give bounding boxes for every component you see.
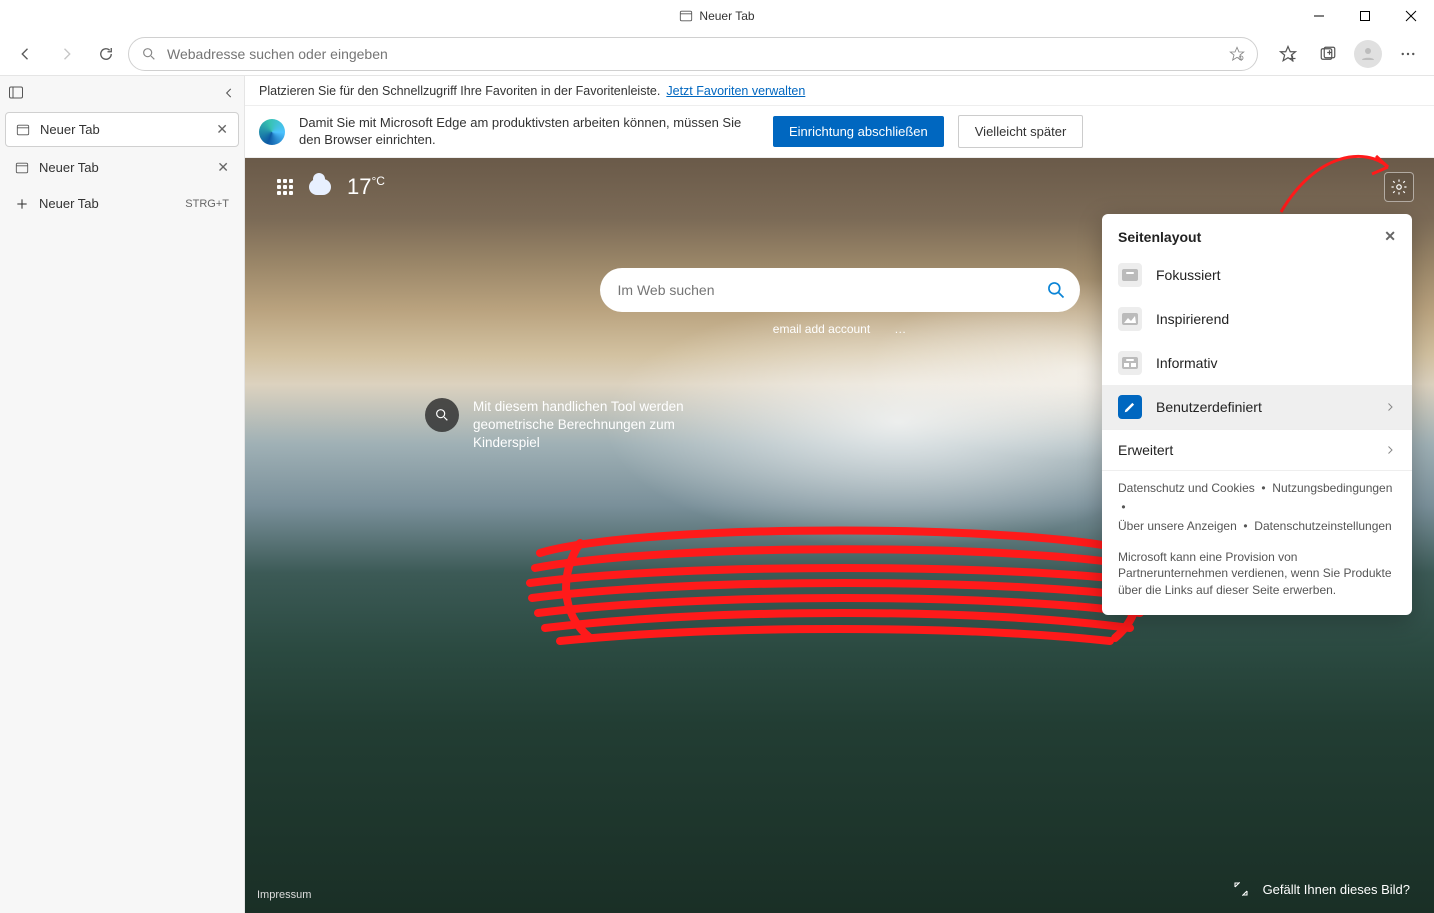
more-menu-button[interactable] [1390,38,1426,70]
layout-option-label: Inspirierend [1156,311,1229,327]
read-aloud-icon[interactable] [1229,46,1245,62]
favorites-bar-hint: Platzieren Sie für den Schnellzugriff Ih… [245,76,1434,106]
plus-icon [15,197,29,211]
tab-label: Neuer Tab [39,160,99,175]
tab-close-button[interactable]: ✕ [216,121,228,138]
new-tab-label: Neuer Tab [39,196,99,211]
new-tab-shortcut: STRG+T [185,198,229,210]
weather-cloud-icon[interactable] [309,179,331,195]
setup-banner-text: Damit Sie mit Microsoft Edge am produkti… [299,115,759,148]
page-content: Platzieren Sie für den Schnellzugriff Ih… [245,76,1434,913]
tabs-collapse-chevron-icon[interactable] [222,86,236,100]
weather-temperature[interactable]: 17°C [347,174,385,200]
promo-tile[interactable]: Mit diesem handlichen Tool werden geomet… [425,398,725,453]
tab-label: Neuer Tab [40,122,100,137]
newtab-hero: 17°C email add account [245,158,1434,913]
popover-note: Microsoft kann eine Provision von Partne… [1102,545,1412,605]
forward-button[interactable] [48,38,84,70]
layout-inspiring-icon [1118,307,1142,331]
tab-page-icon [679,9,693,23]
chevron-right-icon [1384,401,1396,413]
tab-item-active[interactable]: Neuer Tab ✕ [5,112,239,147]
layout-custom-icon [1118,395,1142,419]
popover-close-button[interactable]: ✕ [1384,228,1396,245]
page-layout-popover: Seitenlayout ✕ Fokussiert Inspirierend [1102,214,1412,615]
window-titlebar: Neuer Tab [0,0,1434,32]
apps-grid-icon[interactable] [277,179,293,195]
favorites-manage-link[interactable]: Jetzt Favoriten verwalten [666,84,805,98]
footer-link[interactable]: Nutzungsbedingungen [1272,481,1392,495]
setup-later-button[interactable]: Vielleicht später [958,115,1084,148]
window-maximize-button[interactable] [1342,0,1388,32]
tab-page-icon [15,161,29,175]
layout-option-label: Fokussiert [1156,267,1221,283]
address-input[interactable] [167,46,1219,62]
chevron-right-icon [1384,444,1396,456]
reload-button[interactable] [88,38,124,70]
layout-option-informative[interactable]: Informativ [1102,341,1412,385]
vertical-tabs-sidebar: Neuer Tab ✕ Neuer Tab ✕ Neuer Tab STRG+T [0,76,245,913]
popover-expand-label: Erweitert [1118,442,1173,458]
setup-banner: Damit Sie mit Microsoft Edge am produkti… [245,106,1434,158]
weather-temp-unit: °C [371,174,384,188]
footer-link[interactable]: Datenschutz und Cookies [1118,481,1255,495]
layout-option-custom[interactable]: Benutzerdefiniert [1102,385,1412,429]
profile-avatar[interactable] [1354,40,1382,68]
quicklinks-row: email add account … [773,322,906,336]
newtab-search-input[interactable] [618,282,1046,298]
favorites-button[interactable] [1270,38,1306,70]
like-image-label[interactable]: Gefällt Ihnen dieses Bild? [1263,882,1410,897]
expand-icon[interactable] [1233,881,1249,897]
layout-informative-icon [1118,351,1142,375]
search-icon [141,46,157,62]
page-settings-button[interactable] [1384,172,1414,202]
window-close-button[interactable] [1388,0,1434,32]
browser-toolbar [0,32,1434,76]
layout-option-inspiring[interactable]: Inspirierend [1102,297,1412,341]
back-button[interactable] [8,38,44,70]
tabs-collapse-icon[interactable] [8,85,24,101]
tab-page-icon [16,123,30,137]
quicklink-more[interactable]: … [894,322,906,336]
annotation-scribble [520,513,1160,653]
popover-title: Seitenlayout [1118,229,1201,245]
collections-button[interactable] [1310,38,1346,70]
weather-temp-value: 17 [347,174,371,199]
layout-option-label: Benutzerdefiniert [1156,399,1262,415]
promo-search-icon [425,398,459,432]
edge-logo-icon [259,119,285,145]
layout-option-focused[interactable]: Fokussiert [1102,253,1412,297]
layout-option-label: Informativ [1156,355,1217,371]
footer-link[interactable]: Datenschutzeinstellungen [1254,519,1391,533]
impressum-link[interactable]: Impressum [257,889,311,901]
popover-expand[interactable]: Erweitert [1102,429,1412,470]
layout-focused-icon [1118,263,1142,287]
popover-footer-links: Datenschutz und Cookies • Nutzungsbeding… [1102,470,1412,545]
new-tab-button[interactable]: Neuer Tab STRG+T [5,188,239,219]
setup-complete-button[interactable]: Einrichtung abschließen [773,116,944,147]
newtab-search[interactable] [600,268,1080,312]
favorites-bar-text: Platzieren Sie für den Schnellzugriff Ih… [259,84,660,98]
window-minimize-button[interactable] [1296,0,1342,32]
search-icon[interactable] [1046,280,1066,300]
tab-item[interactable]: Neuer Tab ✕ [5,151,239,184]
window-title: Neuer Tab [699,9,754,23]
footer-link[interactable]: Über unsere Anzeigen [1118,519,1237,533]
tab-close-button[interactable]: ✕ [217,159,229,176]
quicklink-item[interactable]: email add account [773,322,870,336]
address-bar[interactable] [128,37,1258,71]
promo-text: Mit diesem handlichen Tool werden geomet… [473,398,725,453]
